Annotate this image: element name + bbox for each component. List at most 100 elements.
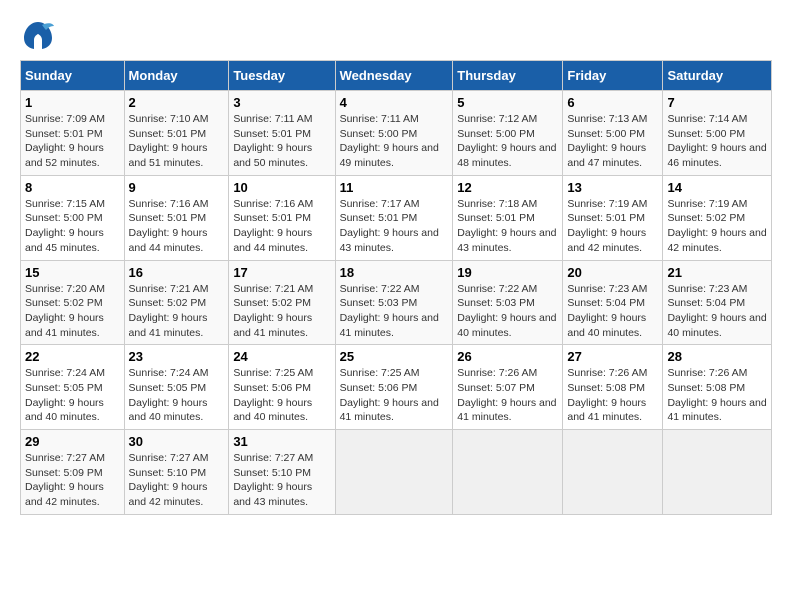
sunrise-label: Sunrise: 7:21 AM — [129, 283, 209, 295]
header-wednesday: Wednesday — [335, 61, 453, 91]
sunrise-label: Sunrise: 7:19 AM — [567, 198, 647, 210]
day-info: Sunrise: 7:19 AM Sunset: 5:01 PM Dayligh… — [567, 197, 658, 256]
sunrise-label: Sunrise: 7:19 AM — [667, 198, 747, 210]
calendar-cell: 29 Sunrise: 7:27 AM Sunset: 5:09 PM Dayl… — [21, 430, 125, 515]
calendar-cell: 12 Sunrise: 7:18 AM Sunset: 5:01 PM Dayl… — [453, 175, 563, 260]
sunrise-label: Sunrise: 7:20 AM — [25, 283, 105, 295]
calendar-cell: 1 Sunrise: 7:09 AM Sunset: 5:01 PM Dayli… — [21, 91, 125, 176]
calendar-cell — [663, 430, 772, 515]
calendar-cell: 17 Sunrise: 7:21 AM Sunset: 5:02 PM Dayl… — [229, 260, 335, 345]
calendar-cell: 6 Sunrise: 7:13 AM Sunset: 5:00 PM Dayli… — [563, 91, 663, 176]
sunrise-label: Sunrise: 7:26 AM — [457, 367, 537, 379]
sunrise-label: Sunrise: 7:15 AM — [25, 198, 105, 210]
day-info: Sunrise: 7:15 AM Sunset: 5:00 PM Dayligh… — [25, 197, 120, 256]
sunrise-label: Sunrise: 7:10 AM — [129, 113, 209, 125]
daylight-label: Daylight: 9 hours and 44 minutes. — [233, 227, 312, 254]
day-number: 19 — [457, 265, 558, 280]
sunset-label: Sunset: 5:06 PM — [233, 382, 311, 394]
calendar-cell: 31 Sunrise: 7:27 AM Sunset: 5:10 PM Dayl… — [229, 430, 335, 515]
day-info: Sunrise: 7:16 AM Sunset: 5:01 PM Dayligh… — [129, 197, 225, 256]
daylight-label: Daylight: 9 hours and 42 minutes. — [567, 227, 646, 254]
sunrise-label: Sunrise: 7:27 AM — [233, 452, 313, 464]
day-number: 21 — [667, 265, 767, 280]
day-number: 4 — [340, 95, 449, 110]
sunrise-label: Sunrise: 7:11 AM — [233, 113, 312, 125]
day-info: Sunrise: 7:16 AM Sunset: 5:01 PM Dayligh… — [233, 197, 330, 256]
daylight-label: Daylight: 9 hours and 43 minutes. — [233, 481, 312, 508]
calendar-cell: 9 Sunrise: 7:16 AM Sunset: 5:01 PM Dayli… — [124, 175, 229, 260]
calendar-cell: 19 Sunrise: 7:22 AM Sunset: 5:03 PM Dayl… — [453, 260, 563, 345]
calendar-cell: 4 Sunrise: 7:11 AM Sunset: 5:00 PM Dayli… — [335, 91, 453, 176]
sunrise-label: Sunrise: 7:16 AM — [233, 198, 313, 210]
calendar-cell: 23 Sunrise: 7:24 AM Sunset: 5:05 PM Dayl… — [124, 345, 229, 430]
day-number: 22 — [25, 349, 120, 364]
day-info: Sunrise: 7:22 AM Sunset: 5:03 PM Dayligh… — [340, 282, 449, 341]
day-number: 24 — [233, 349, 330, 364]
day-info: Sunrise: 7:25 AM Sunset: 5:06 PM Dayligh… — [340, 366, 449, 425]
daylight-label: Daylight: 9 hours and 42 minutes. — [667, 227, 766, 254]
calendar-cell — [563, 430, 663, 515]
sunrise-label: Sunrise: 7:21 AM — [233, 283, 313, 295]
daylight-label: Daylight: 9 hours and 47 minutes. — [567, 142, 646, 169]
day-info: Sunrise: 7:11 AM Sunset: 5:01 PM Dayligh… — [233, 112, 330, 171]
day-info: Sunrise: 7:27 AM Sunset: 5:09 PM Dayligh… — [25, 451, 120, 510]
day-number: 16 — [129, 265, 225, 280]
daylight-label: Daylight: 9 hours and 51 minutes. — [129, 142, 208, 169]
day-info: Sunrise: 7:10 AM Sunset: 5:01 PM Dayligh… — [129, 112, 225, 171]
sunrise-label: Sunrise: 7:16 AM — [129, 198, 209, 210]
sunrise-label: Sunrise: 7:12 AM — [457, 113, 537, 125]
daylight-label: Daylight: 9 hours and 46 minutes. — [667, 142, 766, 169]
sunrise-label: Sunrise: 7:26 AM — [667, 367, 747, 379]
calendar-cell: 25 Sunrise: 7:25 AM Sunset: 5:06 PM Dayl… — [335, 345, 453, 430]
sunrise-label: Sunrise: 7:13 AM — [567, 113, 647, 125]
calendar-cell: 7 Sunrise: 7:14 AM Sunset: 5:00 PM Dayli… — [663, 91, 772, 176]
day-number: 27 — [567, 349, 658, 364]
daylight-label: Daylight: 9 hours and 50 minutes. — [233, 142, 312, 169]
calendar-cell: 13 Sunrise: 7:19 AM Sunset: 5:01 PM Dayl… — [563, 175, 663, 260]
header-saturday: Saturday — [663, 61, 772, 91]
day-number: 29 — [25, 434, 120, 449]
daylight-label: Daylight: 9 hours and 41 minutes. — [667, 397, 766, 424]
sunset-label: Sunset: 5:01 PM — [233, 128, 311, 140]
sunrise-label: Sunrise: 7:23 AM — [567, 283, 647, 295]
calendar-cell: 14 Sunrise: 7:19 AM Sunset: 5:02 PM Dayl… — [663, 175, 772, 260]
sunset-label: Sunset: 5:03 PM — [457, 297, 535, 309]
day-number: 25 — [340, 349, 449, 364]
sunset-label: Sunset: 5:01 PM — [457, 212, 535, 224]
day-info: Sunrise: 7:22 AM Sunset: 5:03 PM Dayligh… — [457, 282, 558, 341]
daylight-label: Daylight: 9 hours and 41 minutes. — [233, 312, 312, 339]
calendar-cell: 8 Sunrise: 7:15 AM Sunset: 5:00 PM Dayli… — [21, 175, 125, 260]
day-number: 5 — [457, 95, 558, 110]
daylight-label: Daylight: 9 hours and 44 minutes. — [129, 227, 208, 254]
header-sunday: Sunday — [21, 61, 125, 91]
day-info: Sunrise: 7:23 AM Sunset: 5:04 PM Dayligh… — [567, 282, 658, 341]
daylight-label: Daylight: 9 hours and 40 minutes. — [457, 312, 556, 339]
logo — [20, 20, 62, 50]
logo-icon — [20, 20, 56, 50]
daylight-label: Daylight: 9 hours and 40 minutes. — [567, 312, 646, 339]
sunrise-label: Sunrise: 7:25 AM — [233, 367, 313, 379]
day-info: Sunrise: 7:27 AM Sunset: 5:10 PM Dayligh… — [129, 451, 225, 510]
day-number: 9 — [129, 180, 225, 195]
sunset-label: Sunset: 5:08 PM — [567, 382, 645, 394]
sunset-label: Sunset: 5:00 PM — [567, 128, 645, 140]
calendar-cell — [335, 430, 453, 515]
sunset-label: Sunset: 5:09 PM — [25, 467, 103, 479]
day-info: Sunrise: 7:26 AM Sunset: 5:08 PM Dayligh… — [667, 366, 767, 425]
sunset-label: Sunset: 5:01 PM — [233, 212, 311, 224]
sunset-label: Sunset: 5:01 PM — [129, 128, 207, 140]
calendar-cell: 18 Sunrise: 7:22 AM Sunset: 5:03 PM Dayl… — [335, 260, 453, 345]
day-number: 18 — [340, 265, 449, 280]
sunset-label: Sunset: 5:06 PM — [340, 382, 418, 394]
sunrise-label: Sunrise: 7:22 AM — [340, 283, 420, 295]
sunset-label: Sunset: 5:02 PM — [25, 297, 103, 309]
header-thursday: Thursday — [453, 61, 563, 91]
day-number: 13 — [567, 180, 658, 195]
sunrise-label: Sunrise: 7:23 AM — [667, 283, 747, 295]
sunset-label: Sunset: 5:05 PM — [129, 382, 207, 394]
calendar-cell: 15 Sunrise: 7:20 AM Sunset: 5:02 PM Dayl… — [21, 260, 125, 345]
daylight-label: Daylight: 9 hours and 41 minutes. — [25, 312, 104, 339]
daylight-label: Daylight: 9 hours and 41 minutes. — [567, 397, 646, 424]
daylight-label: Daylight: 9 hours and 41 minutes. — [340, 397, 439, 424]
day-info: Sunrise: 7:24 AM Sunset: 5:05 PM Dayligh… — [129, 366, 225, 425]
